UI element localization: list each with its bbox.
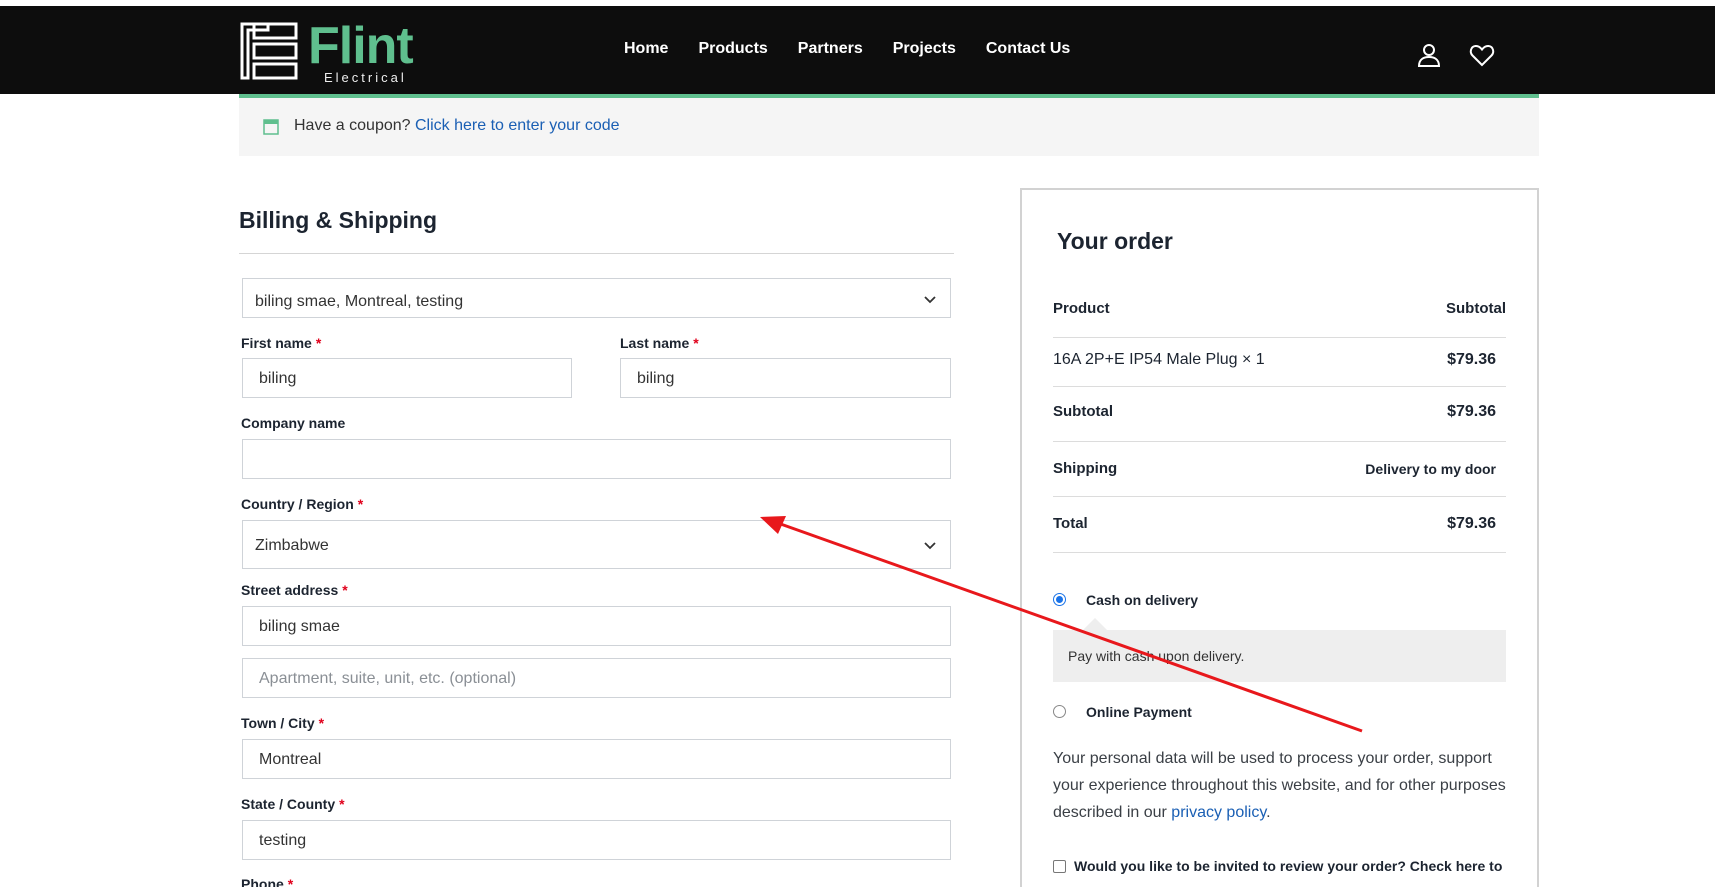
review-invite-label[interactable]: Would you like to be invited to review y… — [1074, 858, 1514, 874]
heart-icon[interactable] — [1469, 42, 1495, 68]
nav-partners[interactable]: Partners — [798, 40, 863, 58]
state-label: State / County * — [241, 796, 345, 812]
item-price: $79.36 — [1447, 351, 1496, 368]
coupon-text: Have a coupon? Click here to enter your … — [294, 117, 620, 135]
item-name: 16A 2P+E IP54 Male Plug × 1 — [1053, 351, 1265, 368]
state-field[interactable]: testing — [242, 820, 951, 860]
apartment-field[interactable]: Apartment, suite, unit, etc. (optional) — [242, 658, 951, 698]
phone-label: Phone * — [241, 876, 294, 887]
coupon-link[interactable]: Click here to enter your code — [415, 117, 620, 134]
calendar-icon — [263, 119, 279, 135]
chevron-down-icon — [924, 542, 936, 550]
cod-description: Pay with cash upon delivery. — [1068, 648, 1245, 664]
shipping-value: Delivery to my door — [1365, 461, 1496, 477]
first-name-field[interactable]: biling — [242, 358, 572, 398]
street-address-label: Street address * — [241, 582, 348, 598]
subtotal-label: Subtotal — [1053, 403, 1113, 420]
user-icon[interactable] — [1416, 42, 1442, 68]
divider — [1053, 441, 1506, 442]
cod-description-box: Pay with cash upon delivery. — [1053, 618, 1506, 682]
nav-projects[interactable]: Projects — [893, 40, 956, 58]
total-label: Total — [1053, 515, 1088, 532]
cod-label[interactable]: Cash on delivery — [1086, 592, 1198, 608]
last-name-label: Last name * — [620, 335, 699, 351]
company-name-label: Company name — [241, 415, 346, 431]
nav-contact-us[interactable]: Contact Us — [986, 40, 1070, 58]
coupon-notice: Have a coupon? Click here to enter your … — [239, 98, 1539, 156]
country-select[interactable]: Zimbabwe — [242, 520, 951, 569]
total-value: $79.36 — [1447, 515, 1496, 532]
subtotal-value: $79.36 — [1447, 403, 1496, 420]
coupon-prefix: Have a coupon? — [294, 117, 411, 134]
company-name-field[interactable] — [242, 439, 951, 479]
divider — [1053, 386, 1506, 387]
column-subtotal: Subtotal — [1446, 300, 1506, 317]
saved-address-select[interactable]: biling smae, Montreal, testing — [242, 278, 951, 318]
divider — [1053, 337, 1506, 338]
site-header: Flint Electrical Home Products Partners … — [0, 6, 1715, 94]
street-address-field[interactable]: biling smae — [242, 606, 951, 646]
nav-home[interactable]: Home — [624, 40, 668, 58]
divider — [1053, 496, 1506, 497]
country-value: Zimbabwe — [255, 537, 329, 554]
shipping-label: Shipping — [1053, 460, 1118, 477]
privacy-policy-link[interactable]: privacy policy — [1171, 804, 1266, 821]
chevron-down-icon — [924, 296, 936, 304]
privacy-notice: Your personal data will be used to proce… — [1053, 750, 1506, 821]
last-name-field[interactable]: biling — [620, 358, 951, 398]
order-title: Your order — [1057, 228, 1173, 254]
billing-divider — [239, 253, 954, 254]
first-name-label: First name * — [241, 335, 322, 351]
country-label: Country / Region * — [241, 496, 364, 512]
column-product: Product — [1053, 300, 1110, 317]
city-field[interactable]: Montreal — [242, 739, 951, 779]
divider — [1053, 552, 1506, 553]
logo-mark-icon — [240, 22, 298, 80]
nav-products[interactable]: Products — [698, 40, 767, 58]
cod-radio[interactable] — [1053, 593, 1066, 606]
online-payment-label[interactable]: Online Payment — [1086, 704, 1192, 720]
logo-subtitle: Electrical — [324, 70, 407, 85]
billing-title: Billing & Shipping — [239, 207, 438, 233]
order-summary: Your order Product Subtotal 16A 2P+E IP5… — [1020, 188, 1539, 887]
city-label: Town / City * — [241, 715, 325, 731]
saved-address-value: biling smae, Montreal, testing — [255, 293, 464, 310]
main-nav: Home Products Partners Projects Contact … — [624, 40, 1070, 58]
review-invite-checkbox[interactable] — [1053, 860, 1066, 873]
logo-word: Flint — [308, 17, 414, 75]
online-payment-radio[interactable] — [1053, 705, 1066, 718]
flint-logo[interactable]: Flint Electrical — [238, 17, 414, 86]
